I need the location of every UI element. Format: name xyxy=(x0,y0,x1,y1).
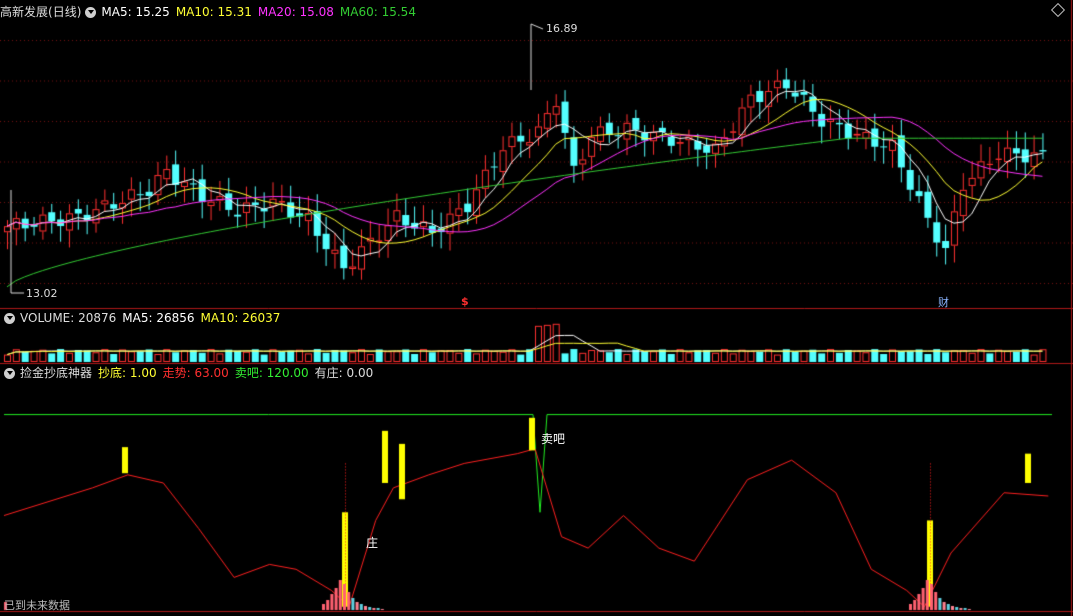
panel-menu-icon[interactable] xyxy=(85,6,97,18)
volume-ma10: MA10: 26037 xyxy=(200,311,281,325)
ma20-value: MA20: 15.08 xyxy=(257,5,334,19)
zhuang-signal-label: 庄 xyxy=(366,536,379,550)
sell-signal-label: 卖吧 xyxy=(541,432,566,446)
stock-chart-canvas[interactable] xyxy=(0,0,1073,616)
indicator-name: 捡金抄底神器 xyxy=(20,366,93,380)
stock-name: 高新发展(日线) xyxy=(0,5,82,19)
price-panel-header: 高新发展(日线) MA5: 15.25 MA10: 15.31 MA20: 15… xyxy=(0,3,422,21)
volume-value: VOLUME: 20876 xyxy=(20,311,117,325)
volume-ma5: MA5: 26856 xyxy=(122,311,195,325)
zoushi-value: 走势: 63.00 xyxy=(162,366,229,380)
event-marker-cai[interactable]: 财 xyxy=(938,294,949,310)
event-marker-s[interactable]: $ xyxy=(461,295,469,308)
footer-note: 已到未来数据 xyxy=(4,599,70,612)
volume-menu-icon[interactable] xyxy=(4,312,15,324)
volume-panel-header: VOLUME: 20876 MA5: 26856 MA10: 26037 xyxy=(0,309,286,327)
chaodi-value: 抄底: 1.00 xyxy=(98,366,157,380)
maiba-value: 卖吧: 120.00 xyxy=(234,366,309,380)
high-price-label: 16.89 xyxy=(546,22,578,35)
indicator-panel-header: 捡金抄底神器 抄底: 1.00 走势: 63.00 卖吧: 120.00 有庄:… xyxy=(0,364,379,382)
ma60-value: MA60: 15.54 xyxy=(339,5,416,19)
indicator-menu-icon[interactable] xyxy=(4,367,15,379)
ma10-value: MA10: 15.31 xyxy=(175,5,252,19)
youzhuang-value: 有庄: 0.00 xyxy=(314,366,374,380)
low-price-label: 13.02 xyxy=(26,287,58,300)
ma5-value: MA5: 15.25 xyxy=(101,5,170,19)
